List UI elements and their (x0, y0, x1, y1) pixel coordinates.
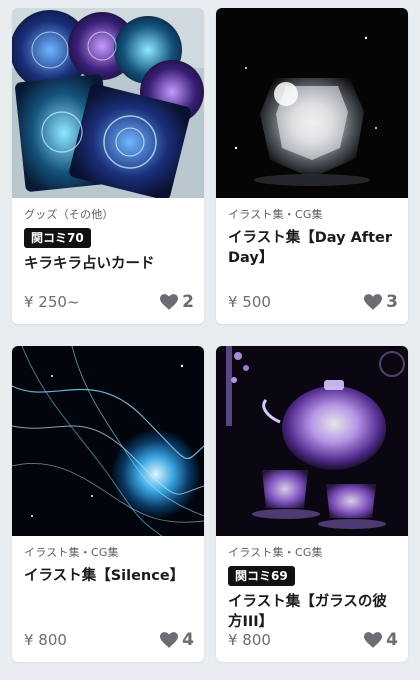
product-card[interactable]: イラスト集・CG集 関コミ69 イラスト集【ガラスの彼方III】 ¥ 800 4 (216, 346, 408, 662)
like-button[interactable]: 4 (160, 630, 194, 650)
like-count: 3 (386, 292, 398, 312)
product-price: ¥ 800 (228, 631, 271, 649)
like-button[interactable]: 3 (364, 292, 398, 312)
product-thumbnail[interactable] (12, 346, 204, 536)
heart-icon (364, 294, 383, 310)
product-category: イラスト集・CG集 (228, 208, 323, 221)
event-badge: 関コミ69 (228, 566, 295, 586)
product-price: ¥ 250~ (24, 293, 80, 311)
product-title[interactable]: イラスト集【Day After Day】 (228, 228, 396, 268)
product-title[interactable]: キラキラ占いカード (24, 254, 192, 274)
product-title[interactable]: イラスト集【Silence】 (24, 566, 192, 586)
product-category: イラスト集・CG集 (228, 546, 323, 559)
like-button[interactable]: 4 (364, 630, 398, 650)
product-grid: グッズ（その他） 関コミ70 キラキラ占いカード ¥ 250~ 2 イラスト集・… (12, 8, 408, 662)
like-count: 4 (182, 630, 194, 650)
like-button[interactable]: 2 (160, 292, 194, 312)
heart-icon (364, 632, 383, 648)
product-card[interactable]: イラスト集・CG集 イラスト集【Day After Day】 ¥ 500 3 (216, 8, 408, 324)
product-thumbnail[interactable] (216, 8, 408, 198)
product-category: イラスト集・CG集 (24, 546, 119, 559)
like-count: 2 (182, 292, 194, 312)
product-card[interactable]: イラスト集・CG集 イラスト集【Silence】 ¥ 800 4 (12, 346, 204, 662)
product-title[interactable]: イラスト集【ガラスの彼方III】 (228, 592, 396, 632)
product-thumbnail[interactable] (12, 8, 204, 198)
product-price: ¥ 500 (228, 293, 271, 311)
heart-icon (160, 294, 179, 310)
product-card[interactable]: グッズ（その他） 関コミ70 キラキラ占いカード ¥ 250~ 2 (12, 8, 204, 324)
event-badge: 関コミ70 (24, 228, 91, 248)
like-count: 4 (386, 630, 398, 650)
product-category: グッズ（その他） (24, 208, 114, 221)
heart-icon (160, 632, 179, 648)
product-price: ¥ 800 (24, 631, 67, 649)
product-thumbnail[interactable] (216, 346, 408, 536)
